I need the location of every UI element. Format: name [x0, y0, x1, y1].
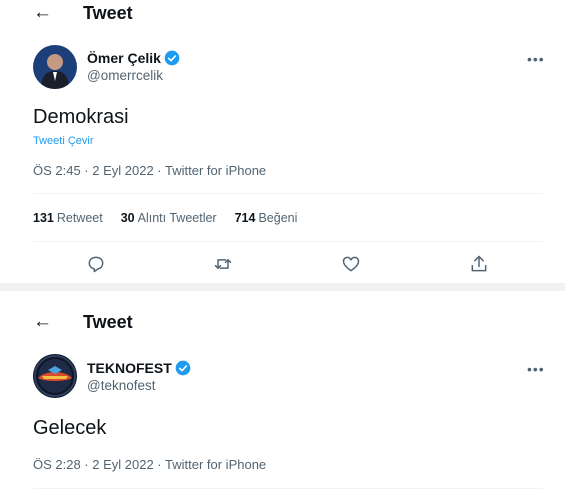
tweet-card-1: ← Tweet Ömer Çelik @omerrcelik ••• Demok… [17, 0, 559, 283]
divider [33, 488, 543, 489]
header-title: Tweet [83, 312, 133, 332]
retweet-stat[interactable]: 131 Retweet [33, 210, 103, 226]
quote-stat[interactable]: 30 Alıntı Tweetler [121, 210, 217, 226]
verified-badge-icon [175, 360, 191, 376]
verified-badge-icon [164, 50, 180, 66]
retweet-icon[interactable] [213, 254, 235, 276]
tweet-text: Demokrasi [33, 106, 129, 128]
more-options-icon[interactable]: ••• [527, 362, 545, 376]
author-name[interactable]: Ömer Çelik [87, 49, 161, 67]
divider [33, 193, 543, 194]
tweet-stats: 131 Retweet 30 Alıntı Tweetler 714 Beğeni [33, 210, 297, 226]
translate-link[interactable]: Tweeti Çevir [33, 134, 94, 148]
author-handle[interactable]: @teknofest [87, 377, 156, 395]
author-name-row[interactable]: TEKNOFEST [87, 359, 191, 377]
back-arrow-icon[interactable]: ← [33, 311, 52, 333]
tweet-header: ← Tweet [17, 0, 559, 28]
tweet-timestamp[interactable]: ÖS 2:45 · 2 Eyl 2022 · Twitter for iPhon… [33, 162, 266, 180]
author-name-row[interactable]: Ömer Çelik [87, 49, 180, 67]
tweet-text: Gelecek [33, 417, 107, 439]
back-arrow-icon[interactable]: ← [33, 2, 52, 24]
tweet-separator [0, 283, 565, 291]
like-stat[interactable]: 714 Beğeni [235, 210, 298, 226]
tweet-card-2: ← Tweet TEKNOFEST @teknofest ••• Gelecek… [17, 291, 559, 497]
avatar[interactable] [33, 45, 77, 89]
tweet-header: ← Tweet [17, 309, 559, 337]
avatar[interactable] [33, 354, 77, 398]
reply-icon[interactable] [86, 254, 108, 276]
tweet-timestamp[interactable]: ÖS 2:28 · 2 Eyl 2022 · Twitter for iPhon… [33, 456, 266, 474]
author-name[interactable]: TEKNOFEST [87, 359, 172, 377]
header-title: Tweet [83, 3, 133, 23]
author-handle[interactable]: @omerrcelik [87, 67, 163, 85]
more-options-icon[interactable]: ••• [527, 52, 545, 66]
like-icon[interactable] [341, 254, 363, 276]
share-icon[interactable] [469, 254, 491, 276]
divider [33, 241, 543, 242]
